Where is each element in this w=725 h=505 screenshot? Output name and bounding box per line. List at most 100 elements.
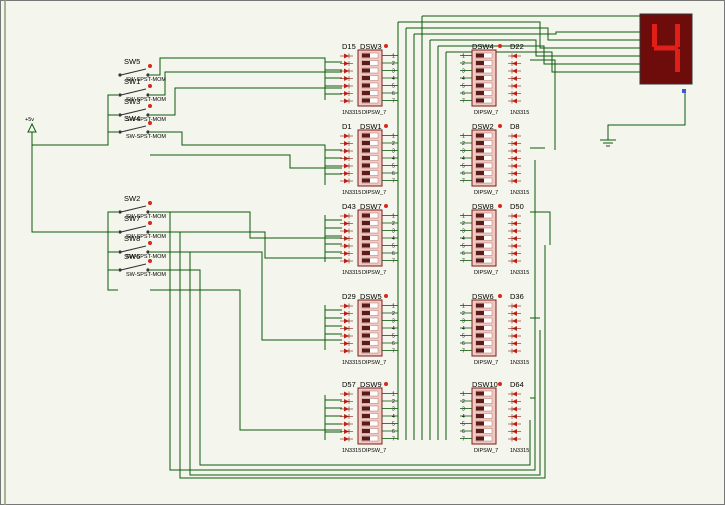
dip-knob[interactable]	[476, 171, 484, 175]
dip-knob[interactable]	[476, 243, 484, 248]
dip-knob[interactable]	[362, 303, 370, 308]
dip-knob[interactable]	[362, 243, 370, 248]
pin-number: 4	[462, 156, 465, 162]
dip-knob[interactable]	[476, 303, 484, 308]
dip-knob[interactable]	[362, 98, 370, 103]
dip-knob[interactable]	[362, 258, 370, 263]
pin-number: 1	[392, 214, 395, 220]
dip-knob[interactable]	[362, 83, 370, 88]
dip-knob[interactable]	[362, 148, 370, 153]
diode	[340, 171, 353, 176]
pin-number: 5	[462, 422, 465, 428]
dip-knob[interactable]	[476, 213, 484, 218]
segment-g	[654, 45, 678, 51]
dip-knob[interactable]	[362, 341, 370, 345]
dip-knob[interactable]	[362, 236, 370, 240]
dip-knob[interactable]	[362, 406, 370, 411]
dip-knob[interactable]	[476, 429, 484, 433]
dip-knob[interactable]	[476, 53, 484, 58]
dip-knob[interactable]	[476, 221, 484, 225]
dip-switch-dsw9[interactable]: 12 34 56 7 DSW9 D57 DIPSW_71N3315	[340, 380, 398, 454]
dip-knob[interactable]	[476, 311, 484, 315]
dip-knob[interactable]	[476, 163, 484, 168]
dip-knob[interactable]	[476, 318, 484, 323]
dip-knob[interactable]	[476, 68, 484, 73]
dip-knob[interactable]	[362, 414, 370, 418]
pin-number: 3	[392, 407, 395, 413]
dip-knob[interactable]	[362, 429, 370, 433]
dip-knob[interactable]	[362, 311, 370, 315]
switch-label: SW5	[124, 57, 140, 66]
dip-knob[interactable]	[476, 156, 484, 160]
dip-knob[interactable]	[362, 399, 370, 403]
dip-knob[interactable]	[362, 68, 370, 73]
dip-knob[interactable]	[362, 76, 370, 80]
dip-knob[interactable]	[476, 98, 484, 103]
diode	[340, 348, 353, 354]
dip-knob[interactable]	[476, 251, 484, 255]
dip-knob[interactable]	[362, 163, 370, 168]
dip-knob[interactable]	[476, 391, 484, 396]
dip-knob[interactable]	[476, 348, 484, 353]
dip-switch-dsw1[interactable]: 12 34 56 7 DSW1 D1 DIPSW_71N3315	[340, 122, 398, 196]
dip-knob[interactable]	[476, 341, 484, 345]
diode-part-label: 1N3315	[342, 270, 361, 276]
dip-knob[interactable]	[362, 228, 370, 233]
dip-knob[interactable]	[476, 326, 484, 330]
dip-knob[interactable]	[362, 318, 370, 323]
dip-switch-dsw7[interactable]: 12 34 56 7 DSW7 D43 DIPSW_71N3315	[340, 202, 398, 276]
dip-knob[interactable]	[362, 91, 370, 95]
dip-switch-dsw2[interactable]: 12 34 56 7 DSW2 D8 DIPSW_7 1N3315	[460, 122, 529, 196]
dip-knob[interactable]	[476, 178, 484, 183]
dip-knob[interactable]	[362, 251, 370, 255]
dip-knob[interactable]	[362, 221, 370, 225]
dip-knob[interactable]	[362, 333, 370, 338]
dip-knob[interactable]	[476, 228, 484, 233]
dip-knob[interactable]	[362, 133, 370, 138]
dip-knob[interactable]	[476, 141, 484, 145]
dip-knob[interactable]	[362, 436, 370, 441]
dip-knob[interactable]	[476, 76, 484, 80]
dip-pin-dot	[498, 204, 502, 208]
dip-knob[interactable]	[362, 171, 370, 175]
pin-number: 3	[462, 319, 465, 325]
diode	[508, 414, 521, 419]
dip-knob[interactable]	[476, 83, 484, 88]
diode	[508, 178, 521, 184]
dip-knob[interactable]	[362, 53, 370, 58]
dip-knob[interactable]	[476, 406, 484, 411]
dip-knob[interactable]	[362, 141, 370, 145]
dip-knob[interactable]	[362, 178, 370, 183]
dip-switch-dsw10[interactable]: 12 34 56 7 DSW10 D64 DIPSW_7 1N3315	[460, 380, 529, 454]
dip-switch-dsw8[interactable]: 12 34 56 7 DSW8 D50 DIPSW_7 1N3315	[460, 202, 529, 276]
dip-knob[interactable]	[362, 213, 370, 218]
dip-knob[interactable]	[476, 61, 484, 65]
diode	[340, 53, 353, 59]
power-terminal[interactable]: +5v	[25, 117, 37, 136]
dip-pin-dot	[498, 382, 502, 386]
switch-pin-dot	[148, 201, 152, 205]
dip-knob[interactable]	[476, 236, 484, 240]
pin-number: 5	[392, 244, 395, 250]
dip-knob[interactable]	[476, 414, 484, 418]
dip-knob[interactable]	[362, 156, 370, 160]
dip-knob[interactable]	[362, 61, 370, 65]
dip-switch-dsw6[interactable]: 12 34 56 7 DSW6 D36 DIPSW_7 1N3315	[460, 292, 529, 366]
dip-knob[interactable]	[476, 258, 484, 263]
dip-knob[interactable]	[476, 399, 484, 403]
dip-knob[interactable]	[362, 348, 370, 353]
dip-knob[interactable]	[362, 326, 370, 330]
diode	[508, 311, 521, 316]
switch-lever	[120, 225, 147, 233]
dip-switch-dsw4[interactable]: 12 34 56 7 DSW4 D22 DIPSW_7 1N3315	[460, 42, 529, 116]
dip-switch-dsw3[interactable]: 12 34 56 7 DSW3 D15 DIPSW_71N3315	[340, 42, 398, 116]
dip-knob[interactable]	[362, 391, 370, 396]
dip-knob[interactable]	[476, 333, 484, 338]
dip-knob[interactable]	[362, 421, 370, 426]
dip-switch-dsw5[interactable]: 12 34 56 7 DSW5 D29 DIPSW_71N3315	[340, 292, 398, 366]
dip-knob[interactable]	[476, 91, 484, 95]
dip-knob[interactable]	[476, 436, 484, 441]
dip-knob[interactable]	[476, 133, 484, 138]
dip-knob[interactable]	[476, 421, 484, 426]
dip-knob[interactable]	[476, 148, 484, 153]
